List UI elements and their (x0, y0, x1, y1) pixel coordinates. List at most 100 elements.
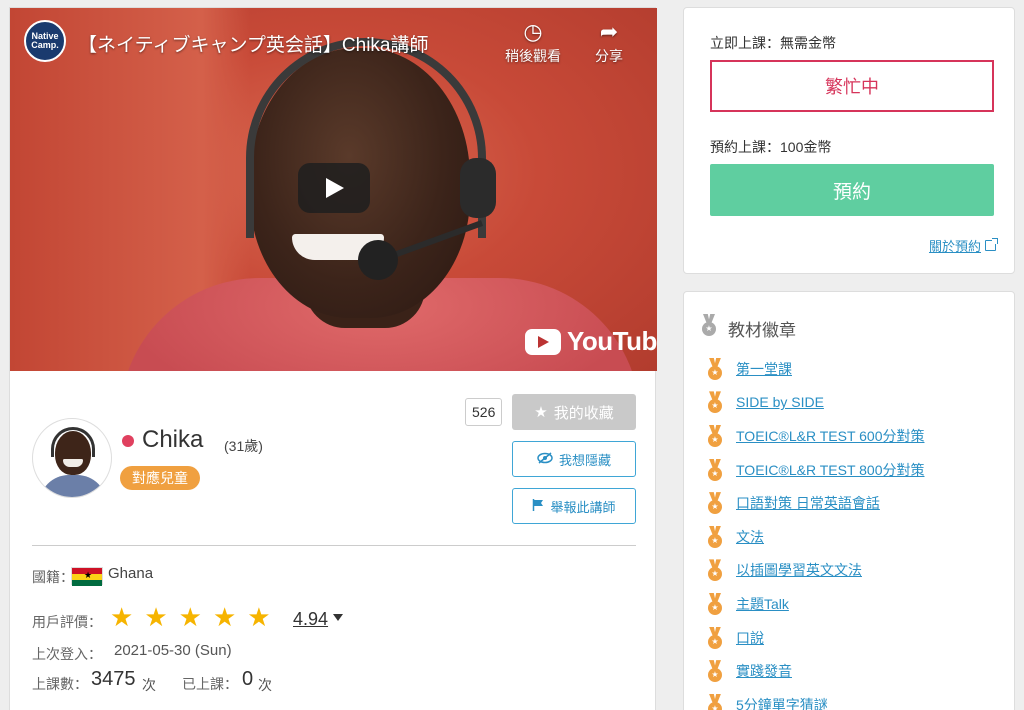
medal-icon: ★ (706, 592, 724, 615)
profile-divider (32, 545, 636, 546)
hide-label: 我想隱藏 (558, 452, 611, 468)
medal-icon: ★ (706, 525, 724, 548)
taken-count-value: 0 (242, 668, 254, 690)
star-icon: ★ (247, 602, 271, 632)
video-title[interactable]: 【ネイティブキャンプ英会話】Chika講師 (78, 30, 429, 57)
badge-link[interactable]: 5分鐘單字猜謎 (736, 695, 828, 710)
video-headset-earcup (460, 158, 496, 218)
reserve-button[interactable]: 預約 (710, 164, 994, 216)
list-item: ★ 文法 (706, 520, 925, 554)
report-label: 舉報此講師 (550, 499, 616, 515)
youtube-logo[interactable]: YouTube (525, 326, 657, 357)
taken-count-unit: 次 (258, 677, 272, 693)
about-reservation-link[interactable]: 關於預約 (928, 236, 998, 255)
instant-lesson-label: 立即上課：無需金幣 (710, 35, 836, 51)
last-login-label: 上次登入： (32, 646, 102, 662)
reserve-lesson-label: 預約上課：100金幣 (710, 139, 832, 155)
lessons-count-unit: 次 (142, 677, 156, 693)
badge-link[interactable]: 口說 (736, 628, 764, 648)
booking-panel: 立即上課：無需金幣 繁忙中 預約上課：100金幣 預約 關於預約 (683, 7, 1015, 274)
list-item: ★ TOEIC®L&R TEST 800分對策 (706, 453, 925, 487)
badge-link[interactable]: TOEIC®L&R TEST 600分對策 (736, 426, 925, 446)
about-reservation-label: 關於預約 (928, 239, 981, 254)
share-label: 分享 (595, 48, 623, 64)
rating-value-link[interactable]: 4.94 (293, 609, 328, 630)
rating-label: 用戶評價： (32, 614, 102, 630)
list-item: ★ SIDE by SIDE (706, 386, 925, 420)
watch-later-button[interactable]: ◷ 稍後觀看 (498, 18, 568, 66)
online-status-dot (122, 435, 134, 447)
badge-link[interactable]: 主題Talk (736, 594, 789, 614)
watch-later-label: 稍後觀看 (505, 48, 561, 64)
last-login-value: 2021-05-30 (Sun) (114, 642, 232, 659)
tutor-avatar (32, 418, 112, 498)
list-item: ★ 主題Talk (706, 587, 925, 621)
tutor-name: Chika (142, 426, 204, 453)
badge-link[interactable]: SIDE by SIDE (736, 394, 824, 410)
list-item: ★ 第一堂課 (706, 352, 925, 386)
nationality-label: 國籍： (32, 569, 74, 585)
youtube-wordmark: YouTube (567, 326, 657, 356)
badge-link[interactable]: TOEIC®L&R TEST 800分對策 (736, 460, 925, 480)
list-item: ★ 口語對策 日常英語會話 (706, 486, 925, 520)
star-icon: ★ (212, 602, 237, 632)
tutor-main-panel: Native Camp. 【ネイティブキャンプ英会話】Chika講師 ◷ 稍後觀… (9, 7, 657, 710)
hide-tutor-button[interactable]: 我想隱藏 (512, 441, 636, 477)
list-item: ★ 實踐發音 (706, 654, 925, 688)
share-arrow-icon: ➦ (599, 19, 619, 44)
star-icon: ★ (110, 602, 134, 632)
video-mic (358, 240, 398, 280)
badge-panel-title: 教材徽章 (728, 321, 796, 340)
external-link-icon (985, 238, 998, 251)
favorite-label: 我的收藏 (553, 404, 614, 422)
flag-icon (532, 498, 544, 514)
play-button[interactable] (298, 163, 370, 213)
badge-link[interactable]: 文法 (736, 527, 764, 547)
medal-icon: ★ (706, 458, 724, 481)
medal-icon: ★ (706, 391, 724, 414)
eye-slash-icon (537, 451, 553, 467)
kids-support-badge: 對應兒童 (120, 466, 200, 490)
lessons-count-label: 上課數： (32, 676, 88, 692)
intro-video-player[interactable]: Native Camp. 【ネイティブキャンプ英会話】Chika講師 ◷ 稍後觀… (10, 8, 657, 371)
taken-count-label: 已上課： (182, 676, 238, 692)
star-icon: ★ (144, 602, 168, 632)
medal-icon: ★ (706, 424, 724, 447)
list-item: ★ 口說 (706, 621, 925, 655)
rating-stars: ★ ★ ★ ★ ★ (110, 604, 271, 630)
list-item: ★ TOEIC®L&R TEST 600分對策 (706, 419, 925, 453)
medal-icon: ★ (700, 314, 718, 336)
tutor-age: (31歲) (224, 438, 263, 454)
star-icon: ★ (534, 404, 548, 421)
list-item: ★ 5分鐘單字猜謎 (706, 688, 925, 710)
badge-link[interactable]: 實踐發音 (736, 661, 792, 681)
list-item: ★ 以插圖學習英文文法 (706, 554, 925, 588)
channel-logo[interactable]: Native Camp. (24, 20, 66, 62)
badge-list: ★ 第一堂課 ★ SIDE by SIDE ★ TOEIC®L&R TEST 600分… (706, 352, 925, 710)
favorite-button[interactable]: ★ 我的收藏 (512, 394, 636, 430)
avatar-smile (63, 459, 83, 467)
clock-icon: ◷ (523, 19, 543, 44)
badge-link[interactable]: 以插圖學習英文文法 (736, 560, 862, 580)
medal-icon: ★ (706, 357, 724, 380)
medal-icon: ★ (706, 559, 724, 582)
star-icon: ★ (178, 602, 202, 632)
badge-link[interactable]: 第一堂課 (736, 359, 792, 379)
medal-icon: ★ (706, 660, 724, 683)
lessons-count-value: 3475 (91, 668, 136, 690)
share-button[interactable]: ➦ 分享 (574, 18, 644, 66)
ghana-flag-icon (71, 567, 103, 586)
youtube-play-icon (525, 328, 561, 355)
favorite-count: 526 (465, 398, 503, 426)
material-badge-panel: ★ 教材徽章 ★ 第一堂課 ★ SIDE by SIDE ★ TOEIC®L&R TE… (683, 291, 1015, 710)
nationality-value: Ghana (108, 565, 154, 582)
badge-link[interactable]: 口語對策 日常英語會話 (736, 493, 880, 513)
caret-down-icon[interactable] (333, 614, 343, 621)
busy-status-button[interactable]: 繁忙中 (710, 60, 994, 112)
avatar-headset (51, 427, 95, 457)
medal-icon: ★ (706, 492, 724, 515)
avatar-body (39, 475, 107, 497)
report-tutor-button[interactable]: 舉報此講師 (512, 488, 636, 524)
medal-icon: ★ (706, 693, 724, 710)
medal-icon: ★ (706, 626, 724, 649)
